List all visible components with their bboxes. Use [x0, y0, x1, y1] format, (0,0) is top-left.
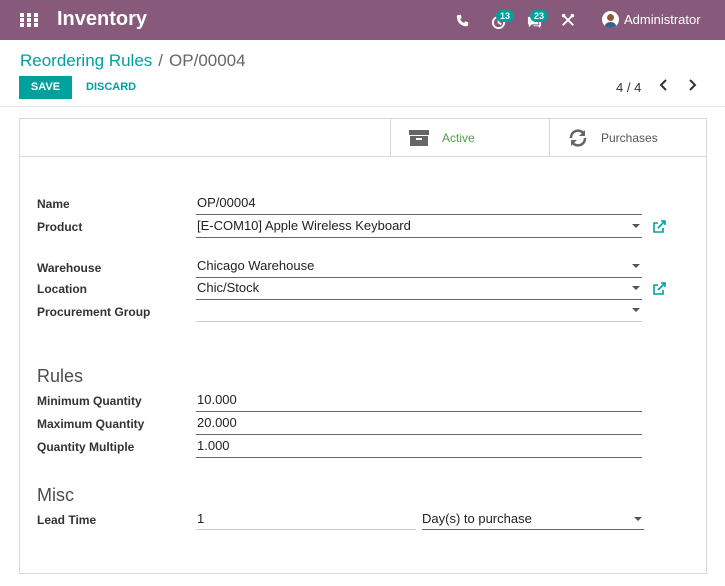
- product-value: [E-COM10] Apple Wireless Keyboard: [197, 218, 411, 233]
- lead-time-unit-value: Day(s) to purchase: [422, 511, 532, 526]
- name-field[interactable]: OP/00004: [196, 195, 642, 215]
- warehouse-label: Warehouse: [37, 261, 102, 275]
- max-qty-field[interactable]: 20.000: [196, 415, 642, 435]
- lead-time-value: 1: [197, 511, 205, 526]
- breadcrumb-separator: /: [158, 51, 164, 70]
- location-value: Chic/Stock: [197, 280, 260, 295]
- discard-button[interactable]: DISCARD: [86, 76, 136, 99]
- refresh-icon: [569, 128, 587, 147]
- avatar: [602, 11, 619, 28]
- app-title[interactable]: Inventory: [57, 8, 147, 31]
- pager-previous-button[interactable]: [658, 78, 672, 94]
- location-field[interactable]: Chic/Stock: [196, 280, 642, 300]
- top-navbar: Inventory 13 23 Administrator: [0, 0, 725, 40]
- procurement-group-field[interactable]: [196, 302, 642, 322]
- qty-multiple-field[interactable]: 1.000: [196, 438, 642, 458]
- min-qty-value: 10.000: [197, 392, 237, 407]
- name-value: OP/00004: [197, 195, 256, 210]
- qty-multiple-value: 1.000: [197, 438, 230, 453]
- save-button[interactable]: SAVE: [19, 76, 72, 99]
- active-toggle-button[interactable]: Active: [390, 119, 549, 156]
- chevron-down-icon[interactable]: [634, 517, 642, 521]
- min-qty-field[interactable]: 10.000: [196, 392, 642, 412]
- max-qty-value: 20.000: [197, 415, 237, 430]
- rules-section-title: Rules: [37, 366, 84, 386]
- breadcrumb: Reordering Rules / OP/00004: [20, 51, 246, 71]
- chevron-right-icon: [689, 79, 697, 91]
- pager-value[interactable]: 4 / 4: [616, 80, 641, 95]
- external-link-icon[interactable]: [652, 220, 666, 234]
- apps-menu-icon[interactable]: [20, 13, 38, 27]
- breadcrumb-parent-link[interactable]: Reordering Rules: [20, 51, 152, 70]
- activity-count-badge: 13: [496, 10, 515, 22]
- chevron-down-icon[interactable]: [632, 286, 640, 290]
- user-menu[interactable]: Administrator: [602, 11, 701, 28]
- form-sheet: Active Purchases Name OP/00004 Product […: [19, 118, 707, 574]
- warehouse-value: Chicago Warehouse: [197, 258, 315, 273]
- user-name: Administrator: [624, 12, 701, 27]
- pager-next-button[interactable]: [686, 78, 700, 94]
- archive-icon: [409, 129, 429, 146]
- breadcrumb-current: OP/00004: [169, 51, 246, 70]
- qty-multiple-label: Quantity Multiple: [37, 440, 135, 454]
- active-label: Active: [442, 130, 475, 145]
- chevron-down-icon[interactable]: [632, 224, 640, 228]
- max-qty-label: Maximum Quantity: [37, 417, 145, 431]
- chevron-down-icon[interactable]: [632, 264, 640, 268]
- purchases-label: Purchases: [601, 130, 658, 145]
- location-label: Location: [37, 282, 87, 296]
- smart-button-box: Active Purchases: [20, 119, 706, 157]
- purchases-button[interactable]: Purchases: [549, 119, 706, 156]
- product-label: Product: [37, 220, 83, 234]
- lead-time-label: Lead Time: [37, 513, 97, 527]
- procurement-group-label: Procurement Group: [37, 305, 151, 319]
- chevron-down-icon[interactable]: [632, 308, 640, 312]
- external-link-icon[interactable]: [652, 282, 666, 296]
- control-panel-divider: [0, 106, 725, 107]
- min-qty-label: Minimum Quantity: [37, 394, 142, 408]
- name-label: Name: [37, 197, 70, 211]
- lead-time-unit-select[interactable]: Day(s) to purchase: [422, 511, 644, 530]
- misc-section-title: Misc: [37, 485, 74, 505]
- chevron-left-icon: [659, 79, 667, 91]
- warehouse-field[interactable]: Chicago Warehouse: [196, 258, 642, 278]
- product-field[interactable]: [E-COM10] Apple Wireless Keyboard: [196, 218, 642, 238]
- messages-button[interactable]: 23: [522, 0, 549, 40]
- phone-icon[interactable]: [452, 0, 472, 40]
- lead-time-field[interactable]: 1: [196, 511, 416, 530]
- message-count-badge: 23: [530, 10, 549, 22]
- debug-tools-icon[interactable]: [559, 0, 577, 40]
- activity-button[interactable]: 13: [486, 0, 515, 40]
